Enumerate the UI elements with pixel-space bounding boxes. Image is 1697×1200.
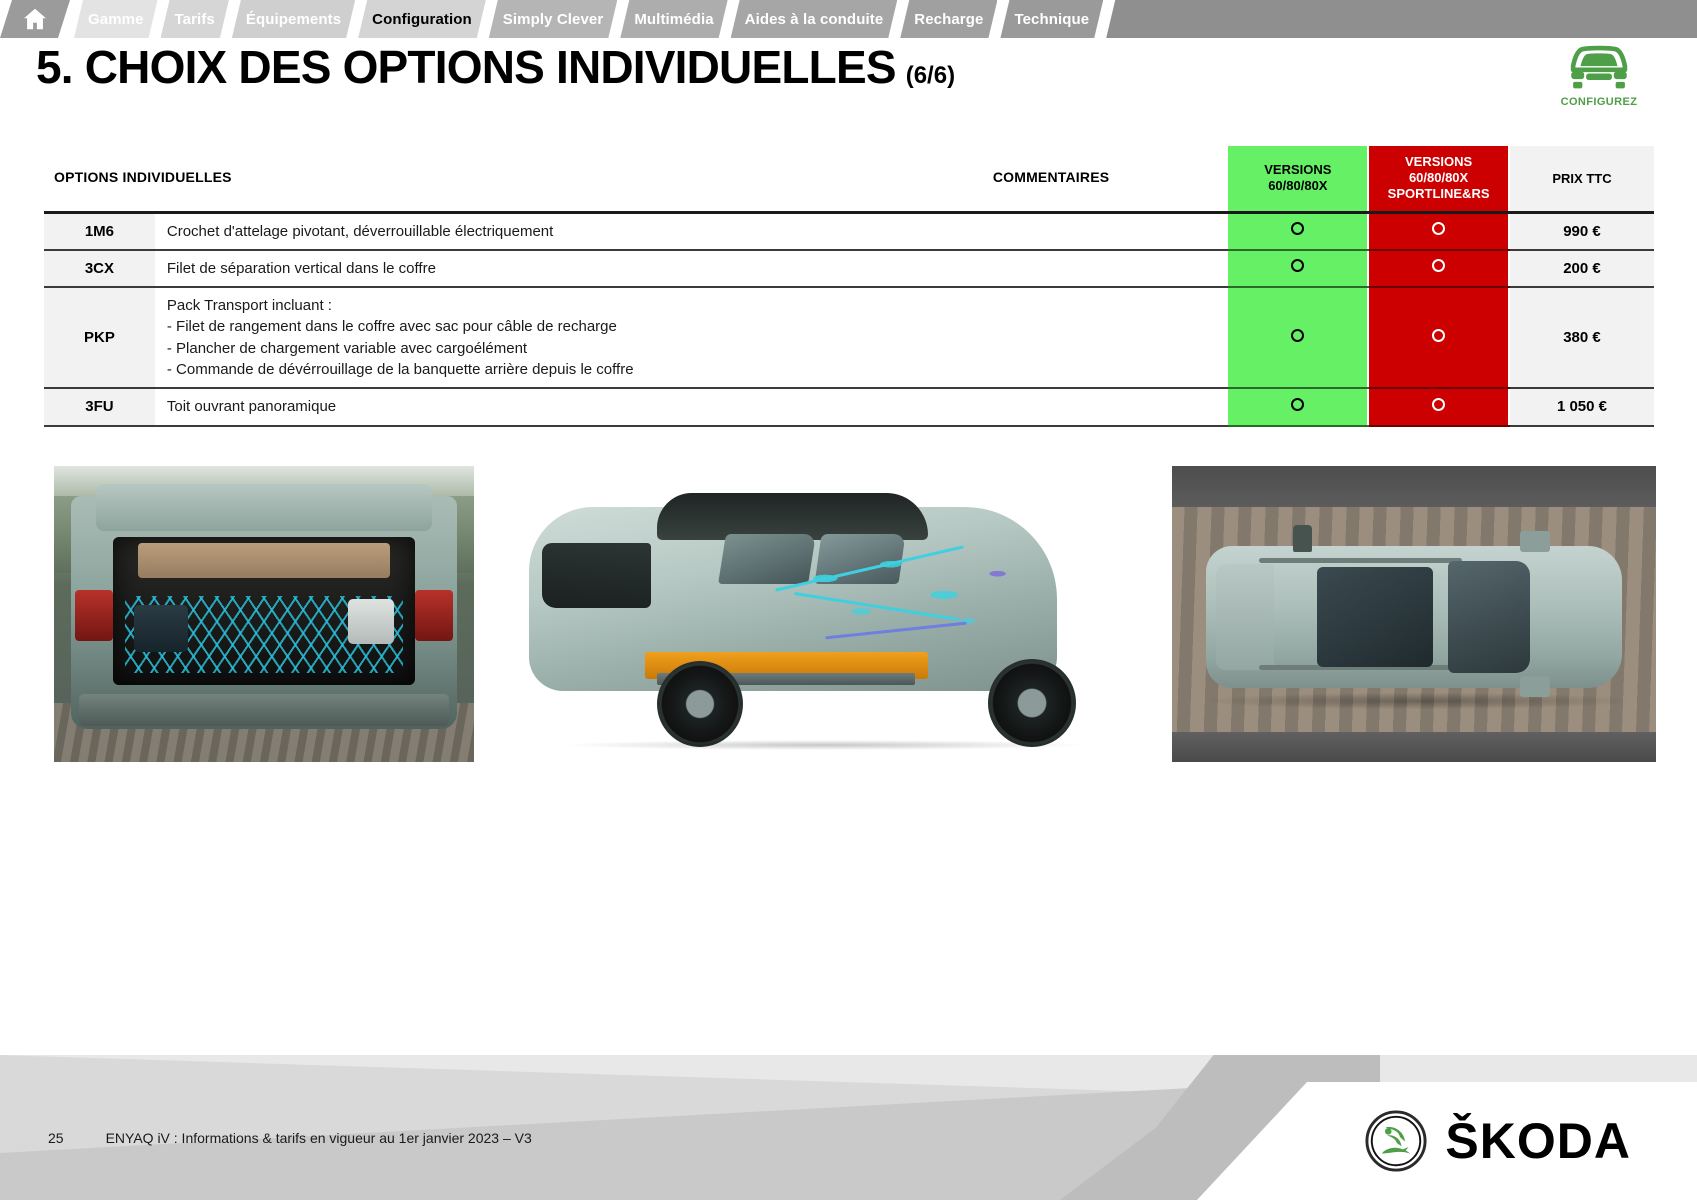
row-description: Crochet d'attelage pivotant, déverrouill… [154, 212, 876, 251]
availability-ring-icon [1432, 397, 1446, 411]
nav-tab-technique[interactable]: Technique [1000, 0, 1103, 38]
row-comment [875, 287, 1228, 390]
row-code: PKP [44, 287, 155, 390]
row-description-line: - Commande de dévérrouillage de la banqu… [166, 360, 634, 378]
availability-ring-icon [1432, 328, 1446, 342]
row-availability-standard [1226, 249, 1370, 289]
row-description: Filet de séparation vertical dans le cof… [154, 249, 876, 289]
nav-tab-label: Gamme [88, 10, 144, 28]
row-availability-sportline [1367, 249, 1510, 289]
nav-tab-label: Tarifs [174, 10, 215, 28]
row-price: 990 € [1508, 212, 1654, 251]
row-code: 1M6 [44, 212, 155, 251]
options-table: OPTIONS INDIVIDUELLES COMMENTAIRES VERSI… [44, 146, 1654, 427]
row-description-line: Pack Transport incluant : [166, 297, 332, 315]
page-title-pagination: (6/6) [905, 62, 956, 89]
nav-tab-label: Technique [1014, 10, 1090, 28]
photo-cutaway-enyaq [490, 466, 1134, 762]
nav-tab-label: Équipements [245, 10, 342, 28]
photo-trunk-cargo-net [54, 466, 474, 762]
row-description: Toit ouvrant panoramique [154, 388, 876, 427]
row-availability-standard [1226, 287, 1370, 390]
nav-tab-label: Recharge [914, 10, 984, 28]
row-description: Pack Transport incluant : - Filet de ran… [154, 287, 876, 390]
availability-ring-icon [1291, 222, 1305, 236]
page-title: 5. CHOIX DES OPTIONS INDIVIDUELLES (6/6) [36, 40, 955, 94]
footer-text: 25 ENYAQ iV : Informations & tarifs en v… [48, 1130, 532, 1146]
configurez-button[interactable]: CONFIGUREZ [1543, 42, 1655, 108]
car-front-icon [1562, 42, 1636, 94]
footer-note: ENYAQ iV : Informations & tarifs en vigu… [105, 1130, 532, 1146]
photo-panoramic-roof-topview [1172, 466, 1656, 762]
home-icon [21, 5, 49, 33]
row-price: 380 € [1508, 287, 1654, 390]
photo-strip [0, 466, 1697, 762]
row-description-line: - Plancher de chargement variable avec c… [166, 339, 528, 357]
row-comment [875, 249, 1228, 289]
nav-tab-equipements[interactable]: Équipements [232, 0, 355, 38]
row-price: 200 € [1508, 249, 1654, 289]
nav-tab-simply-clever[interactable]: Simply Clever [489, 0, 618, 38]
table-row: PKP Pack Transport incluant : - Filet de… [44, 287, 1654, 390]
row-comment [875, 388, 1228, 427]
row-availability-standard [1226, 388, 1370, 427]
header-options-individuelles: OPTIONS INDIVIDUELLES [44, 146, 876, 214]
nav-tab-label: Simply Clever [502, 10, 604, 28]
nav-tab-gamme[interactable]: Gamme [74, 0, 158, 38]
skoda-winged-arrow-icon [1365, 1110, 1427, 1172]
nav-tab-tarifs[interactable]: Tarifs [161, 0, 229, 38]
top-navigation: Gamme Tarifs Équipements Configuration S… [0, 0, 1697, 38]
nav-tab-multimedia[interactable]: Multimédia [620, 0, 727, 38]
row-code: 3CX [44, 249, 155, 289]
row-availability-sportline [1367, 388, 1510, 427]
footer-page-number: 25 [48, 1130, 64, 1146]
row-availability-standard [1226, 212, 1370, 251]
page-footer: 25 ENYAQ iV : Informations & tarifs en v… [0, 1018, 1697, 1200]
table-row: 1M6 Crochet d'attelage pivotant, déverro… [44, 212, 1654, 251]
availability-ring-icon [1432, 222, 1446, 236]
nav-tab-label: Multimédia [634, 10, 714, 28]
slide-page: Gamme Tarifs Équipements Configuration S… [0, 0, 1697, 1200]
nav-tab-aides-a-la-conduite[interactable]: Aides à la conduite [731, 0, 898, 38]
nav-tab-label: Configuration [372, 10, 472, 28]
availability-ring-icon [1432, 259, 1446, 273]
availability-ring-icon [1291, 328, 1305, 342]
table-row: 3FU Toit ouvrant panoramique 1 050 € [44, 388, 1654, 427]
nav-filler [1106, 0, 1697, 38]
table-row: 3CX Filet de séparation vertical dans le… [44, 249, 1654, 289]
header-prix-ttc: PRIX TTC [1508, 146, 1654, 214]
header-versions-standard: VERSIONS 60/80/80X [1226, 146, 1370, 214]
row-availability-sportline [1367, 287, 1510, 390]
nav-tab-label: Aides à la conduite [744, 10, 884, 28]
row-price: 1 050 € [1508, 388, 1654, 427]
availability-ring-icon [1291, 259, 1305, 273]
row-availability-sportline [1367, 212, 1510, 251]
availability-ring-icon [1291, 397, 1305, 411]
row-comment [875, 212, 1228, 251]
row-code: 3FU [44, 388, 155, 427]
configurez-label: CONFIGUREZ [1560, 96, 1638, 108]
page-title-text: 5. CHOIX DES OPTIONS INDIVIDUELLES [36, 41, 897, 93]
options-table-container: OPTIONS INDIVIDUELLES COMMENTAIRES VERSI… [44, 146, 1654, 427]
skoda-logo: ŠKODA [1365, 1110, 1631, 1172]
skoda-wordmark: ŠKODA [1445, 1113, 1631, 1169]
header-commentaires: COMMENTAIRES [875, 146, 1228, 214]
nav-tab-configuration[interactable]: Configuration [358, 0, 486, 38]
table-header-row: OPTIONS INDIVIDUELLES COMMENTAIRES VERSI… [44, 146, 1654, 214]
header-versions-sportline: VERSIONS 60/80/80X SPORTLINE&RS [1367, 146, 1510, 214]
nav-tab-recharge[interactable]: Recharge [900, 0, 997, 38]
row-description-line: - Filet de rangement dans le coffre avec… [166, 318, 617, 336]
home-tab[interactable] [0, 0, 70, 38]
